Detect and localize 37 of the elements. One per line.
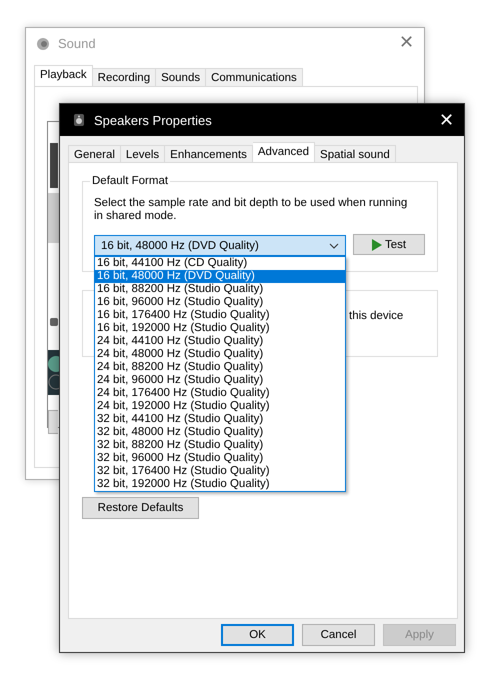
speaker-icon: [72, 113, 86, 127]
format-option[interactable]: 16 bit, 176400 Hz (Studio Quality): [95, 309, 345, 322]
group-legend: Default Format: [90, 175, 170, 187]
format-option[interactable]: 32 bit, 96000 Hz (Studio Quality): [95, 452, 345, 465]
window-title: Speakers Properties: [94, 112, 212, 128]
format-option[interactable]: 32 bit, 48000 Hz (Studio Quality): [95, 426, 345, 439]
description-text: Select the sample rate and bit depth to be used when running in shared mode.: [94, 197, 408, 223]
test-button[interactable]: Test: [353, 234, 425, 255]
format-option[interactable]: 24 bit, 96000 Hz (Studio Quality): [95, 374, 345, 387]
chevron-icon: [329, 242, 339, 248]
close-icon[interactable]: ✕: [439, 111, 454, 129]
format-option[interactable]: 16 bit, 88200 Hz (Studio Quality): [95, 283, 345, 296]
format-option[interactable]: 16 bit, 192000 Hz (Studio Quality): [95, 322, 345, 335]
speaker-icon: [36, 36, 50, 50]
play-icon: [372, 238, 382, 250]
format-option[interactable]: 32 bit, 44100 Hz (Studio Quality): [95, 413, 345, 426]
close-icon[interactable]: ✕: [399, 33, 414, 51]
format-option[interactable]: 24 bit, 176400 Hz (Studio Quality): [95, 387, 345, 400]
restore-defaults-button[interactable]: Restore Defaults: [82, 497, 199, 519]
tab[interactable]: Communications: [206, 68, 303, 88]
format-option[interactable]: 24 bit, 48000 Hz (Studio Quality): [95, 348, 345, 361]
format-option[interactable]: 32 bit, 88200 Hz (Studio Quality): [95, 439, 345, 452]
format-option[interactable]: 24 bit, 88200 Hz (Studio Quality): [95, 361, 345, 374]
tab[interactable]: Sounds: [156, 68, 206, 88]
format-option[interactable]: 16 bit, 96000 Hz (Studio Quality): [95, 296, 345, 309]
format-option[interactable]: 24 bit, 44100 Hz (Studio Quality): [95, 335, 345, 348]
format-option[interactable]: 32 bit, 192000 Hz (Studio Quality): [95, 478, 345, 491]
dialog-button[interactable]: Cancel: [302, 624, 375, 646]
format-option[interactable]: 32 bit, 176400 Hz (Studio Quality): [95, 465, 345, 478]
window-title: Sound: [58, 36, 96, 51]
option-text: this device: [349, 310, 404, 322]
dialog-button[interactable]: OK: [221, 624, 294, 646]
format-option[interactable]: 16 bit, 48000 Hz (DVD Quality): [95, 270, 345, 283]
device-button[interactable]: [48, 410, 58, 434]
format-dropdown[interactable]: 16 bit, 48000 Hz (DVD Quality): [94, 235, 346, 256]
format-option[interactable]: 24 bit, 192000 Hz (Studio Quality): [95, 400, 345, 413]
format-option[interactable]: 16 bit, 44100 Hz (CD Quality): [95, 257, 345, 270]
